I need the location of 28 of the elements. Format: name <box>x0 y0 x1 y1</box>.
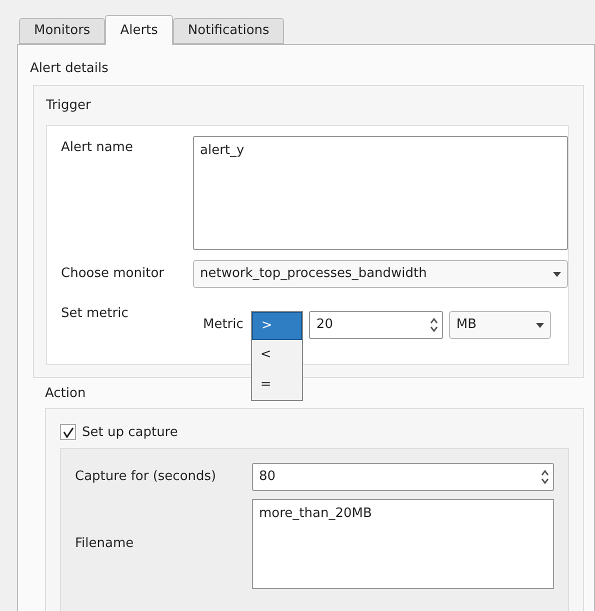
group-title: Action <box>45 385 86 403</box>
field-label: Metric <box>203 316 244 334</box>
menu-item[interactable]: > <box>252 312 302 340</box>
dropdown[interactable]: network_top_processes_bandwidth <box>193 260 568 288</box>
input-field[interactable]: more_than_20MB <box>252 499 554 589</box>
field-label: Capture for (seconds) <box>75 468 218 486</box>
group-title: Trigger <box>46 96 92 114</box>
field-label: Set metric <box>61 305 130 323</box>
field-label: Alert name <box>61 139 134 157</box>
spin-box[interactable]: 20 <box>309 311 444 339</box>
spinner-arrows-icon[interactable] <box>541 470 549 484</box>
field-label: Choose monitor <box>61 265 165 284</box>
checkmark-icon <box>62 426 74 438</box>
menu-item[interactable]: = <box>252 370 302 400</box>
checkbox-label: Set up capture <box>82 424 178 442</box>
dropdown-arrow-icon <box>536 322 544 328</box>
tab[interactable]: Notifications <box>172 18 284 44</box>
dropdown-arrow-icon <box>553 272 561 276</box>
input-field[interactable]: alert_y <box>193 136 568 250</box>
spin-box[interactable]: 80 <box>252 463 554 491</box>
field-label: Filename <box>75 535 135 554</box>
spinner-arrows-icon[interactable] <box>430 318 438 332</box>
group-title: Alert details <box>30 60 110 78</box>
tab[interactable]: Monitors <box>19 18 106 44</box>
tab[interactable]: Alerts <box>105 15 173 45</box>
menu-item[interactable]: < <box>252 340 302 370</box>
checkbox[interactable] <box>60 424 76 440</box>
dropdown[interactable]: MB <box>449 311 552 339</box>
